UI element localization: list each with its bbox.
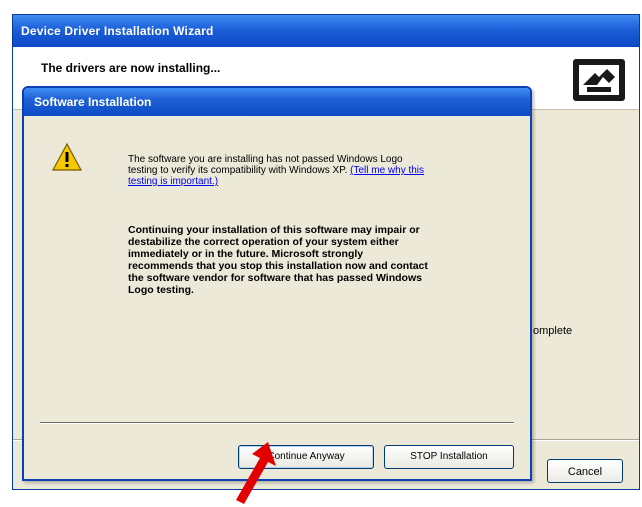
warning-message: Continuing your installation of this sof… — [128, 224, 428, 296]
status-text-partial: omplete — [533, 325, 573, 337]
wizard-titlebar: Device Driver Installation Wizard — [13, 15, 639, 47]
cancel-button[interactable]: Cancel — [547, 459, 623, 483]
driver-install-icon — [573, 59, 625, 101]
dialog-divider — [40, 422, 514, 424]
software-installation-dialog: Software Installation The software you a… — [22, 86, 532, 481]
wizard-header-text: The drivers are now installing... — [41, 61, 221, 75]
annotation-arrow — [236, 442, 276, 504]
dialog-titlebar: Software Installation — [24, 88, 530, 116]
stop-installation-button[interactable]: STOP Installation — [384, 445, 514, 469]
compatibility-message: The software you are installing has not … — [128, 154, 428, 187]
warning-icon — [52, 142, 82, 171]
